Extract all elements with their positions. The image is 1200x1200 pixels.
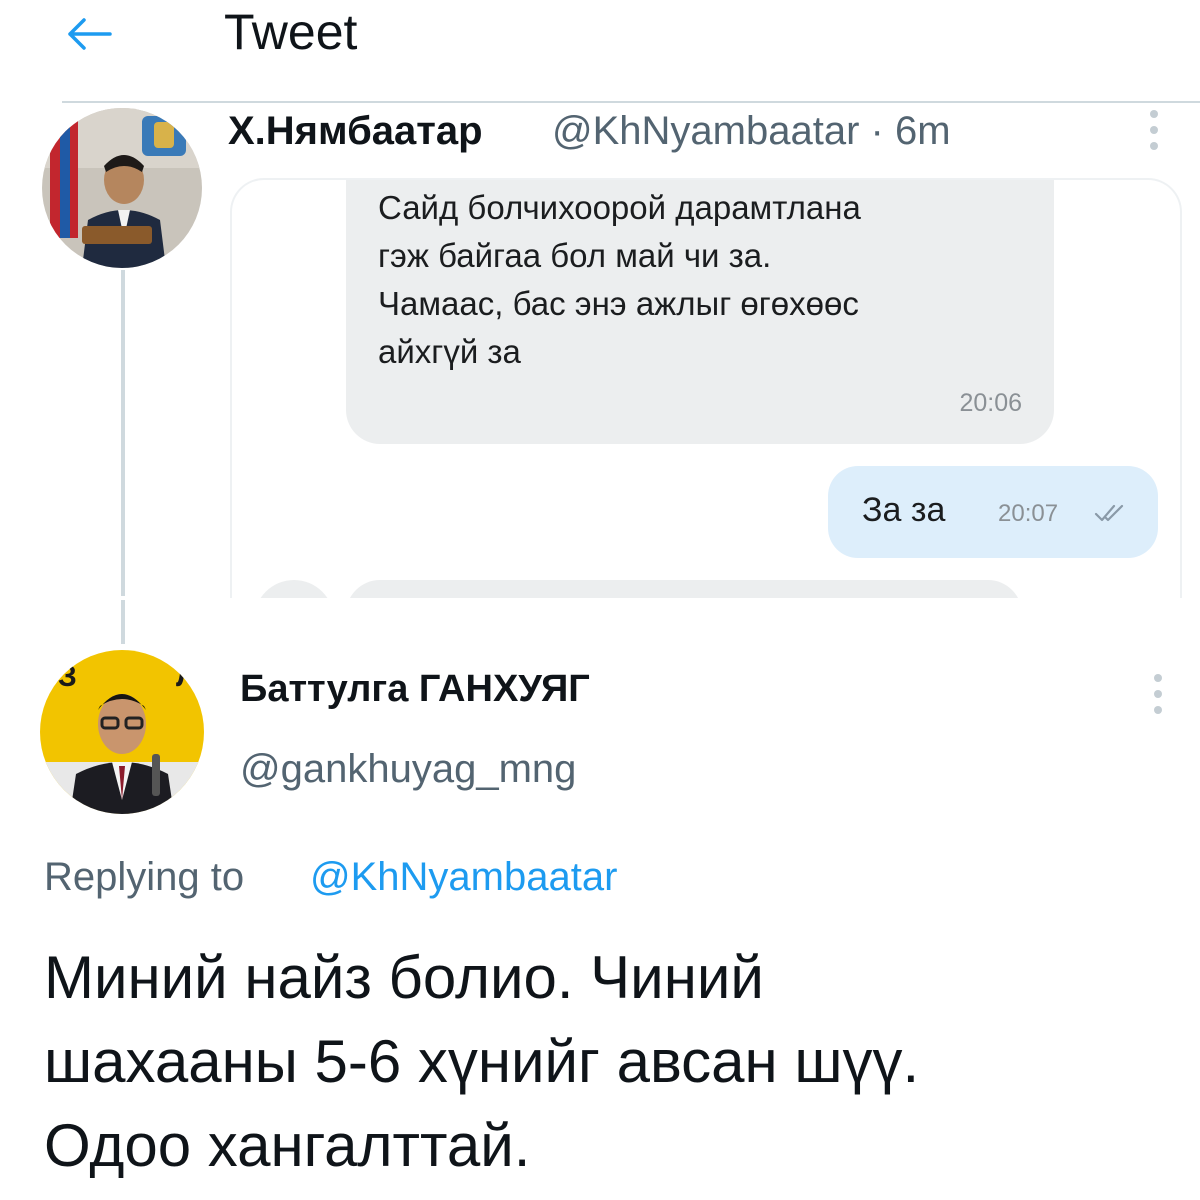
avatar-placeholder [254,580,334,598]
incoming-message-bubble: Сайд болчихоорой дарамтлана гэж байгаа б… [346,180,1054,444]
more-options-icon[interactable] [1148,110,1160,150]
replying-to-label: Replying to [44,855,245,899]
svg-text:Л: Л [176,660,197,693]
thread-line [121,600,125,644]
replying-to-link[interactable]: @KhNyambaatar [310,852,617,902]
author-handle[interactable]: @gankhuyag_mng [240,744,576,794]
tweet-image[interactable]: Сайд болчихоорой дарамтлана гэж байгаа б… [230,178,1182,598]
incoming-message-text: Сайд болчихоорой дарамтлана гэж байгаа б… [378,189,861,370]
page-title: Tweet [224,4,358,60]
profile-photo-icon: З Л [40,650,204,814]
author-name[interactable]: Х.Нямбаатар [228,108,483,154]
outgoing-message-time: 20:07 [998,500,1059,527]
incoming-message-time: 20:06 [959,389,1022,417]
message-bubble-cutoff [346,580,1022,598]
arrow-left-icon [68,18,112,50]
header-divider [62,101,1200,103]
svg-text:З: З [58,660,77,693]
profile-photo-icon [42,108,202,268]
back-button[interactable] [62,6,118,62]
author-handle-timestamp[interactable]: @KhNyambaatar · 6m [552,108,951,154]
thread-line [121,270,125,596]
more-options-icon[interactable] [1152,674,1164,714]
tweet-text: Миний найз болио. Чиний шахааны 5-6 хүни… [44,944,920,1179]
avatar[interactable] [42,108,202,268]
outgoing-message-text: За за [862,491,946,529]
avatar[interactable]: З Л [40,650,204,814]
author-name[interactable]: Баттулга ГАНХУЯГ [240,666,590,712]
double-check-icon [1094,504,1124,522]
outgoing-message-bubble: За за 20:07 [828,466,1158,558]
